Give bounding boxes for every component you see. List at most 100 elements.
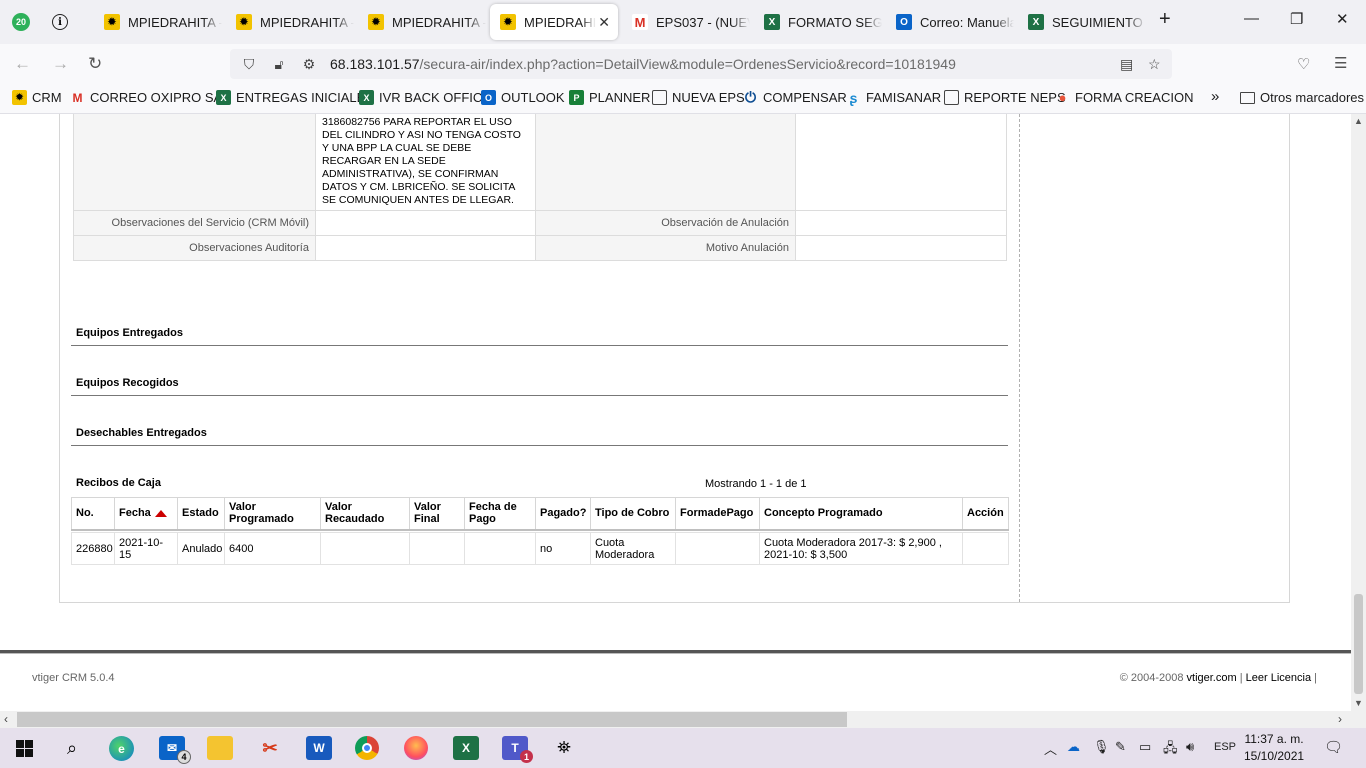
profile-badge-icon[interactable]: 20 bbox=[11, 12, 31, 32]
clock[interactable]: 11:37 a. m. 15/10/2021 bbox=[1244, 731, 1304, 765]
vertical-scrollbar[interactable]: ▲ ▼ bbox=[1351, 114, 1366, 711]
scroll-right-arrow-icon[interactable]: › bbox=[1338, 712, 1342, 726]
bookmark-label: OUTLOOK bbox=[501, 90, 565, 105]
sort-ascending-icon[interactable] bbox=[154, 509, 167, 517]
col-header-accion[interactable]: Acción bbox=[962, 497, 1009, 531]
onedrive-cloud-icon[interactable]: ☁ bbox=[1067, 739, 1080, 755]
new-tab-plus-icon[interactable]: + bbox=[1159, 8, 1171, 31]
tab-correo-manuela[interactable]: O Correo: Manuela bbox=[886, 4, 1014, 40]
col-header-valor-recaudado[interactable]: Valor Recaudado bbox=[320, 497, 410, 531]
more-bookmarks-chevron-icon[interactable]: » bbox=[1211, 88, 1219, 105]
section-desechables-entregados[interactable]: Desechables Entregados bbox=[71, 427, 1008, 446]
language-indicator[interactable]: ESP bbox=[1214, 741, 1236, 753]
col-header-estado[interactable]: Estado bbox=[177, 497, 225, 531]
pocket-icon[interactable]: ♡ bbox=[1297, 55, 1310, 73]
col-header-fecha-de-pago[interactable]: Fecha de Pago bbox=[464, 497, 536, 531]
scroll-left-arrow-icon[interactable]: ‹ bbox=[4, 712, 8, 726]
bookmark-compensar[interactable]: ⏻ COMPENSAR bbox=[743, 89, 847, 105]
forward-arrow-icon[interactable]: → bbox=[52, 54, 69, 74]
bookmark-nueva-eps[interactable]: NUEVA EPS bbox=[652, 90, 745, 105]
close-window-icon[interactable]: ✕ bbox=[1336, 10, 1349, 28]
section-equipos-entregados[interactable]: Equipos Entregados bbox=[71, 327, 1008, 346]
bookmark-forma-creacion[interactable]: ● FORMA CREACION bbox=[1055, 90, 1194, 105]
tab-eps037[interactable]: M EPS037 - (NUEVA bbox=[622, 4, 750, 40]
insecure-lock-icon[interactable]: 🔓︎ bbox=[268, 56, 290, 73]
mail-icon[interactable]: ✉ 4 bbox=[159, 736, 191, 764]
col-header-tipo-de-cobro[interactable]: Tipo de Cobro bbox=[590, 497, 676, 531]
col-header-valor-programado[interactable]: Valor Programado bbox=[224, 497, 321, 531]
windows-start-icon[interactable] bbox=[11, 736, 37, 760]
horizontal-scroll-thumb[interactable] bbox=[17, 712, 847, 727]
teams-icon[interactable]: T1 bbox=[502, 736, 533, 763]
back-arrow-icon[interactable]: ← bbox=[14, 54, 31, 74]
volume-icon[interactable]: 🔊︎ bbox=[1186, 739, 1194, 755]
edge-icon[interactable]: e bbox=[109, 736, 134, 761]
bookmark-label: CORREO OXIPRO SAS bbox=[90, 90, 231, 105]
pagination-info: Mostrando 1 - 1 de 1 bbox=[705, 478, 807, 490]
col-header-concepto-programado[interactable]: Concepto Programado bbox=[759, 497, 963, 531]
snipping-tool-icon[interactable]: ✂ bbox=[257, 736, 283, 760]
col-header-valor-final[interactable]: Valor Final bbox=[409, 497, 465, 531]
bookmark-label: ENTREGAS INICIALES bbox=[236, 90, 374, 105]
tab-seguimiento[interactable]: X SEGUIMIENTO IV bbox=[1018, 4, 1146, 40]
reader-view-icon[interactable]: ▤ bbox=[1120, 56, 1133, 73]
reload-icon[interactable]: ↻ bbox=[88, 54, 102, 74]
bookmark-ivr-back-office[interactable]: X IVR BACK OFFICE bbox=[359, 90, 491, 105]
pen-tablet-icon[interactable]: ✎ bbox=[1115, 739, 1126, 755]
tab-mpiedrahita-2[interactable]: ✹ MPIEDRAHITA - bbox=[226, 4, 354, 40]
bookmark-reporte-neps[interactable]: REPORTE NEPS bbox=[944, 90, 1066, 105]
field-value-observaciones-servicio bbox=[315, 210, 536, 236]
bookmark-star-icon[interactable]: ☆ bbox=[1148, 56, 1161, 73]
microphone-icon[interactable]: 🎙︎ bbox=[1093, 739, 1110, 755]
cell-valor-recaudado bbox=[320, 532, 410, 565]
notifications-icon[interactable]: 🗨︎ bbox=[1324, 738, 1343, 756]
bookmark-outlook[interactable]: O OUTLOOK bbox=[481, 90, 565, 105]
remote-tool-icon[interactable]: ⛯ bbox=[551, 736, 577, 760]
menu-hamburger-icon[interactable]: ☰ bbox=[1334, 54, 1347, 72]
bookmark-label: IVR BACK OFFICE bbox=[379, 90, 491, 105]
file-explorer-icon[interactable] bbox=[207, 736, 233, 760]
address-bar[interactable]: ⛉ 🔓︎ ⚙ 68.183.101.57/secura-air/index.ph… bbox=[230, 49, 1172, 79]
bookmark-crm[interactable]: ✹ CRM bbox=[12, 90, 62, 105]
chrome-icon[interactable] bbox=[355, 736, 379, 760]
search-icon[interactable]: ⌕ bbox=[59, 736, 85, 760]
shield-icon[interactable]: ⛉ bbox=[238, 56, 260, 73]
firefox-icon[interactable] bbox=[404, 736, 428, 760]
restore-icon[interactable]: ❐ bbox=[1290, 10, 1303, 28]
scroll-up-arrow-icon[interactable]: ▲ bbox=[1354, 116, 1363, 126]
section-equipos-recogidos[interactable]: Equipos Recogidos bbox=[71, 377, 1008, 396]
bookmark-planner[interactable]: P PLANNER bbox=[569, 90, 650, 105]
url-text[interactable]: 68.183.101.57/secura-air/index.php?actio… bbox=[330, 56, 956, 72]
field-label-observacion-anulacion: Observación de Anulación bbox=[535, 210, 796, 236]
scroll-down-arrow-icon[interactable]: ▼ bbox=[1354, 698, 1363, 708]
info-icon[interactable]: i bbox=[50, 12, 70, 32]
col-header-formadepago[interactable]: FormadePago bbox=[675, 497, 760, 531]
tab-mpiedrahita-1[interactable]: ✹ MPIEDRAHITA - bbox=[94, 4, 222, 40]
minimize-icon[interactable]: — bbox=[1244, 10, 1259, 27]
excel-icon[interactable]: X bbox=[453, 736, 479, 760]
cell-formadepago bbox=[675, 532, 760, 565]
bookmark-entregas-iniciales[interactable]: X ENTREGAS INICIALES bbox=[216, 90, 374, 105]
other-bookmarks[interactable]: Otros marcadores bbox=[1240, 90, 1364, 105]
tab-formato-segui[interactable]: X FORMATO SEGUI bbox=[754, 4, 882, 40]
vtiger-link[interactable]: vtiger.com bbox=[1187, 672, 1237, 684]
tab-mpiedrahita-active[interactable]: ✹ MPIEDRAHITA ✕ bbox=[490, 4, 618, 40]
col-header-pagado[interactable]: Pagado? bbox=[535, 497, 591, 531]
recibos-table: No. Fecha Estado Valor Programado Valor … bbox=[71, 497, 1009, 565]
vertical-scroll-thumb[interactable] bbox=[1354, 594, 1363, 694]
col-header-fecha[interactable]: Fecha bbox=[114, 497, 178, 531]
horizontal-scrollbar[interactable]: ‹ › bbox=[0, 711, 1351, 728]
battery-icon[interactable]: ▭ bbox=[1139, 739, 1151, 755]
network-icon[interactable]: 🖧︎ bbox=[1163, 739, 1178, 761]
mail-badge: 4 bbox=[177, 750, 191, 764]
tab-mpiedrahita-3[interactable]: ✹ MPIEDRAHITA - bbox=[358, 4, 486, 40]
license-link[interactable]: Leer Licencia bbox=[1246, 672, 1311, 684]
show-hidden-icons-chevron-icon[interactable]: ︿ bbox=[1044, 739, 1057, 758]
col-header-no[interactable]: No. bbox=[71, 497, 115, 531]
bookmark-famisanar[interactable]: ʂ FAMISANAR bbox=[846, 90, 942, 106]
close-tab-icon[interactable]: ✕ bbox=[598, 14, 610, 31]
bookmark-correo-oxipro[interactable]: M CORREO OXIPRO SAS bbox=[70, 90, 231, 105]
word-icon[interactable]: W bbox=[306, 736, 332, 760]
permissions-icon[interactable]: ⚙ bbox=[298, 56, 320, 73]
table-row[interactable]: 226880 2021-10-15 Anulado 6400 no Cuota … bbox=[71, 532, 1009, 565]
